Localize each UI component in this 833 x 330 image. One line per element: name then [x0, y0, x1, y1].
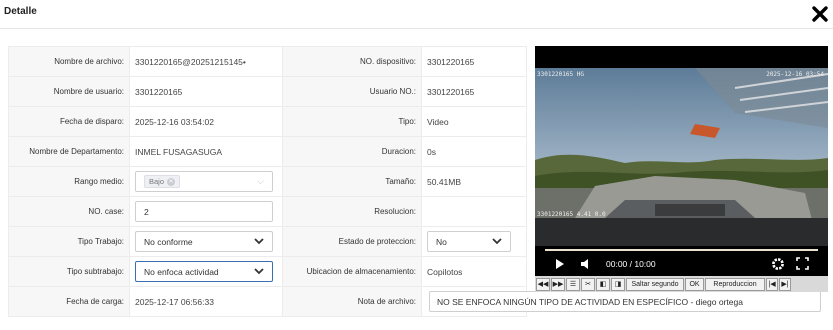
playback-time: 00:00 / 10:00 [606, 259, 656, 269]
frame-forward-icon[interactable]: ◨ [611, 277, 625, 291]
osd-left: 3301220165 HG [537, 71, 584, 78]
resolution-label: Resolucion: [282, 196, 422, 227]
user-name-value: 3301220165 [129, 76, 283, 107]
duration-value: 0s [421, 136, 527, 167]
list-icon[interactable]: ☰ [566, 277, 580, 291]
play-icon[interactable] [555, 258, 565, 272]
remove-tag-icon[interactable]: ✕ [167, 177, 176, 186]
user-number-label: Usuario NO.: [282, 76, 422, 107]
chevron-down-icon [254, 236, 264, 248]
file-note-input[interactable]: NO SE ENFOCA NINGÚN TIPO DE ACTIVIDAD EN… [429, 291, 821, 312]
device-number-value: 3301220165 [421, 46, 527, 77]
storage-location-value: Copilotos [421, 256, 527, 287]
osd-bottom: 3301220165 4.41 0.0 [537, 211, 606, 218]
chevron-down-icon: ⌵ [257, 176, 264, 186]
upload-date-value: 2025-12-17 06:56:33 [129, 286, 283, 317]
department-label: Nombre de Departamento: [8, 136, 130, 167]
risk-range-tag-label: Bajo [149, 177, 165, 186]
work-type-selected: No conforme [144, 236, 193, 247]
subwork-type-selected: No enfoca actividad [144, 266, 219, 277]
case-number-input-value: 2 [144, 206, 149, 217]
type-label: Tipo: [282, 106, 422, 137]
size-label: Tamaño: [282, 166, 422, 197]
playback-button[interactable]: Reproduccion [705, 277, 765, 291]
storage-location-label: Ubicacion de almacenamiento: [282, 256, 422, 287]
form-row: Tipo Trabajo: No conforme Estado de prot… [8, 226, 527, 257]
progress-bar[interactable] [545, 249, 818, 251]
fast-forward-icon[interactable]: ▶▶ [551, 277, 565, 291]
frame-back-icon[interactable]: ◧ [596, 277, 610, 291]
trigger-date-value: 2025-12-16 03:54:02 [129, 106, 283, 137]
upload-date-label: Fecha de carga: [8, 286, 130, 317]
case-number-label: NO. case: [8, 196, 130, 227]
file-note-label: Nota de archivo: [282, 286, 422, 317]
next-icon[interactable]: ▶| [779, 277, 791, 291]
case-number-input[interactable]: 2 [135, 201, 273, 222]
form-row: NO. case: 2 Resolucion: [8, 196, 527, 227]
user-name-label: Nombre de usuario: [8, 76, 130, 107]
fullscreen-icon[interactable] [796, 257, 809, 272]
risk-range-tag: Bajo ✕ [144, 175, 181, 188]
file-note-input-value: NO SE ENFOCA NINGÚN TIPO DE ACTIVIDAD EN… [437, 296, 743, 307]
risk-range-select[interactable]: Bajo ✕ ⌵ [135, 171, 273, 192]
playback-toolbar: ◀◀ ▶▶ ☰ ✂ ◧ ◨ Saltar segundo OK Reproduc… [535, 276, 828, 292]
form-row: Tipo subtrabajo: No enfoca actividad Ubi… [8, 256, 527, 287]
user-number-value: 3301220165 [421, 76, 527, 107]
osd-right: 2025-12-16 03:54 [766, 71, 824, 78]
settings-icon[interactable] [771, 257, 785, 273]
form-row: Fecha de disparo: 2025-12-16 03:54:02 Ti… [8, 106, 527, 137]
dialog-title: Detalle [4, 6, 37, 17]
work-type-select[interactable]: No conforme [135, 231, 273, 252]
video-player[interactable]: 3301220165 HG 2025-12-16 03:54 330122016… [535, 46, 828, 292]
header-divider [0, 28, 833, 29]
form-row: Nombre de Departamento: INMEL FUSAGASUGA… [8, 136, 527, 167]
form-row: Nombre de usuario: 3301220165 Usuario NO… [8, 76, 527, 107]
file-name-label: Nombre de archivo: [8, 46, 130, 77]
ok-button[interactable]: OK [685, 277, 704, 291]
detail-form: Nombre de archivo: 3301220165@2025121514… [8, 46, 821, 317]
rewind-icon[interactable]: ◀◀ [536, 277, 550, 291]
work-type-label: Tipo Trabajo: [8, 226, 130, 257]
cut-icon[interactable]: ✂ [581, 277, 595, 291]
form-row: Fecha de carga: 2025-12-17 06:56:33 Nota… [8, 286, 821, 317]
device-number-label: NO. dispositivo: [282, 46, 422, 77]
department-value: INMEL FUSAGASUGA [129, 136, 283, 167]
risk-range-label: Rango medio: [8, 166, 130, 197]
prev-icon[interactable]: |◀ [766, 277, 778, 291]
volume-icon[interactable] [580, 258, 591, 272]
protection-state-selected: No [436, 236, 447, 247]
resolution-value [421, 196, 527, 227]
form-row: Nombre de archivo: 3301220165@2025121514… [8, 46, 527, 77]
chevron-down-icon [492, 236, 502, 248]
file-name-value: 3301220165@20251215145• [129, 46, 283, 77]
size-value: 50.41MB [421, 166, 527, 197]
chevron-down-icon [254, 266, 264, 278]
protection-state-label: Estado de proteccion: [282, 226, 422, 257]
duration-label: Duracion: [282, 136, 422, 167]
form-row: Rango medio: Bajo ✕ ⌵ Tamaño: 50.41MB [8, 166, 527, 197]
trigger-date-label: Fecha de disparo: [8, 106, 130, 137]
type-value: Video [421, 106, 527, 137]
close-icon[interactable] [811, 5, 829, 23]
subwork-type-select[interactable]: No enfoca actividad [135, 261, 273, 282]
subwork-type-label: Tipo subtrabajo: [8, 256, 130, 287]
protection-state-select[interactable]: No [427, 231, 511, 252]
skip-seconds-button[interactable]: Saltar segundo [626, 277, 684, 291]
